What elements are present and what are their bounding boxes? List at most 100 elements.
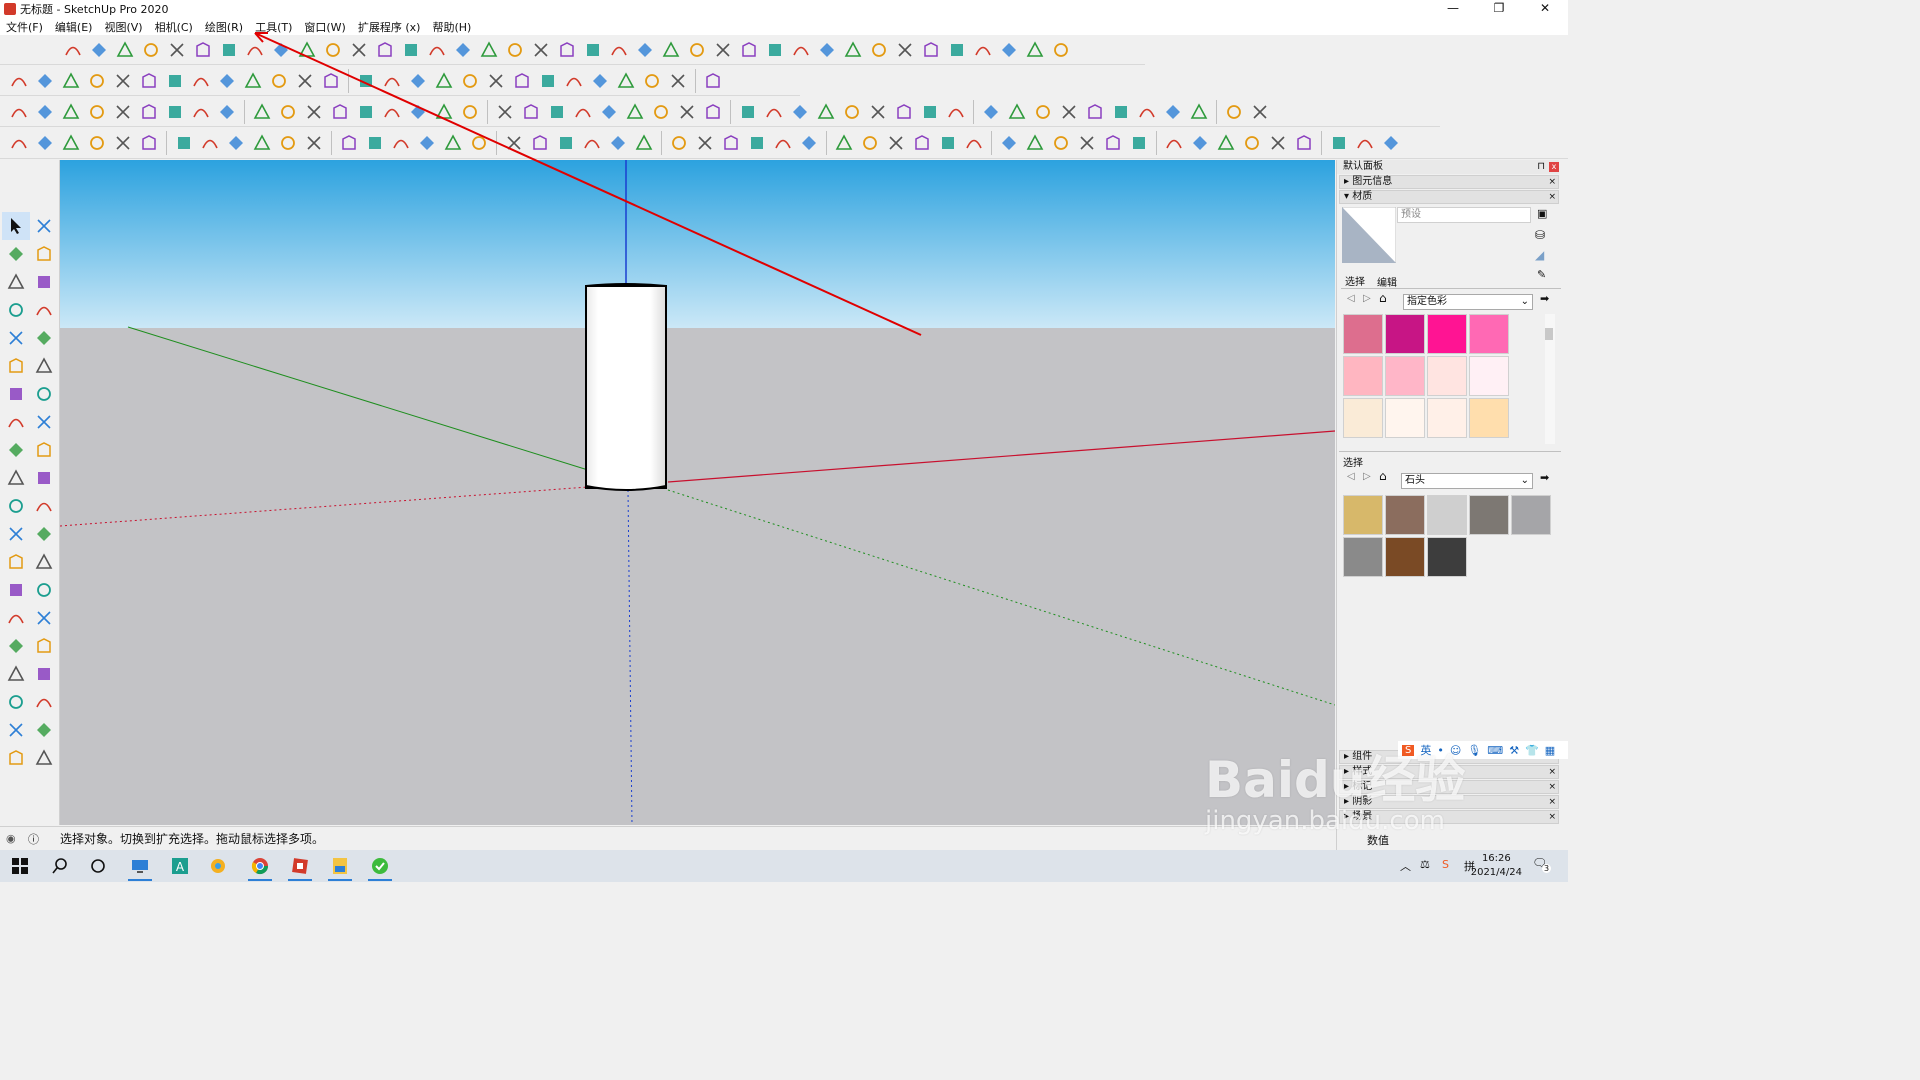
large-tool-icon[interactable] xyxy=(2,604,30,632)
materials-bar[interactable]: ▾ 材质 × xyxy=(1339,190,1559,204)
toolbar4-tool-icon[interactable] xyxy=(1161,130,1187,156)
toolbar2-tool-icon[interactable] xyxy=(162,68,188,94)
tray-app-icon[interactable]: ⚖ xyxy=(1420,858,1430,871)
large-tool-icon[interactable] xyxy=(30,436,58,464)
large-tool-icon[interactable] xyxy=(30,716,58,744)
toolbar4-tool-icon[interactable] xyxy=(414,130,440,156)
info-icon[interactable]: ⓘ xyxy=(28,831,39,847)
toolbar1-tool-icon[interactable] xyxy=(450,37,476,63)
toolbar4-tool-icon[interactable] xyxy=(301,130,327,156)
large-tool-icon[interactable] xyxy=(30,268,58,296)
toolbar4-tool-icon[interactable] xyxy=(501,130,527,156)
toolbar4-tool-icon[interactable] xyxy=(1265,130,1291,156)
toolbar2-tool-icon[interactable] xyxy=(110,68,136,94)
toolbar4-tool-icon[interactable] xyxy=(249,130,275,156)
toolbar1-tool-icon[interactable] xyxy=(476,37,502,63)
large-tool-icon[interactable] xyxy=(2,240,30,268)
toolbar2-tool-icon[interactable] xyxy=(32,68,58,94)
toolbar2-tool-icon[interactable] xyxy=(587,68,613,94)
toolbar4-tool-icon[interactable] xyxy=(692,130,718,156)
toolbar4-tool-icon[interactable] xyxy=(553,130,579,156)
toolbar3-tool-icon[interactable] xyxy=(1056,99,1082,125)
toolbar2-tool-icon[interactable] xyxy=(240,68,266,94)
large-tool-icon[interactable] xyxy=(30,492,58,520)
material-swatch[interactable] xyxy=(1469,398,1509,438)
tools-icon[interactable]: ⚒ xyxy=(1509,744,1519,757)
toolbar3-tool-icon[interactable] xyxy=(249,99,275,125)
large-tool-icon[interactable] xyxy=(2,352,30,380)
library-select-2[interactable]: 石头 ⌄ xyxy=(1401,473,1533,489)
material-swatch[interactable] xyxy=(1427,356,1467,396)
toolbar3-tool-icon[interactable] xyxy=(188,99,214,125)
toolbar1-tool-icon[interactable] xyxy=(164,37,190,63)
toolbar4-tool-icon[interactable] xyxy=(770,130,796,156)
toolbar4-tool-icon[interactable] xyxy=(1291,130,1317,156)
toolbar1-tool-icon[interactable] xyxy=(138,37,164,63)
toolbar4-tool-icon[interactable] xyxy=(223,130,249,156)
toolbar4-tool-icon[interactable] xyxy=(961,130,987,156)
material-swatch[interactable] xyxy=(1343,314,1383,354)
toolbar2-tool-icon[interactable] xyxy=(318,68,344,94)
toolbar3-tool-icon[interactable] xyxy=(58,99,84,125)
keyboard-icon[interactable]: ⌨ xyxy=(1487,744,1503,757)
toolbar3-tool-icon[interactable] xyxy=(6,99,32,125)
material-swatch[interactable] xyxy=(1385,314,1425,354)
tab-edit[interactable]: 编辑 xyxy=(1377,274,1397,289)
material-swatch[interactable] xyxy=(1343,495,1383,535)
toolbar3-tool-icon[interactable] xyxy=(943,99,969,125)
toolbar1-tool-icon[interactable] xyxy=(840,37,866,63)
toolbar1-tool-icon[interactable] xyxy=(736,37,762,63)
toolbar3-tool-icon[interactable] xyxy=(492,99,518,125)
toolbar2-tool-icon[interactable] xyxy=(405,68,431,94)
notification-center-icon[interactable]: 🗨 3 xyxy=(1532,856,1552,876)
toolbar2-tool-icon[interactable] xyxy=(136,68,162,94)
toolbar4-tool-icon[interactable] xyxy=(1187,130,1213,156)
large-tool-icon[interactable] xyxy=(2,408,30,436)
menu-view[interactable]: 视图(V) xyxy=(104,19,142,35)
large-tool-icon[interactable] xyxy=(2,436,30,464)
large-tool-icon[interactable] xyxy=(2,268,30,296)
menu-window[interactable]: 窗口(W) xyxy=(304,19,345,35)
toolbar4-tool-icon[interactable] xyxy=(579,130,605,156)
toolbar4-tool-icon[interactable] xyxy=(1326,130,1352,156)
toolbar4-tool-icon[interactable] xyxy=(84,130,110,156)
tray-close-icon[interactable]: x xyxy=(1549,162,1559,172)
toolbar2-tool-icon[interactable] xyxy=(639,68,665,94)
toolbar1-tool-icon[interactable] xyxy=(710,37,736,63)
toolbar1-tool-icon[interactable] xyxy=(996,37,1022,63)
toolbar4-tool-icon[interactable] xyxy=(362,130,388,156)
toolbar1-tool-icon[interactable] xyxy=(190,37,216,63)
large-tool-icon[interactable] xyxy=(30,632,58,660)
menu-extensions[interactable]: 扩展程序 (x) xyxy=(358,19,421,35)
toolbar1-tool-icon[interactable] xyxy=(424,37,450,63)
toolbar2-tool-icon[interactable] xyxy=(266,68,292,94)
display-icon[interactable]: ▣ xyxy=(1537,207,1547,220)
close-icon[interactable]: × xyxy=(1548,766,1556,778)
toolbar1-tool-icon[interactable] xyxy=(294,37,320,63)
material-swatch[interactable] xyxy=(1385,356,1425,396)
toolbar4-tool-icon[interactable] xyxy=(909,130,935,156)
toolbar3-tool-icon[interactable] xyxy=(891,99,917,125)
toolbar3-tool-icon[interactable] xyxy=(518,99,544,125)
material-swatch[interactable] xyxy=(1343,356,1383,396)
toolbar3-tool-icon[interactable] xyxy=(700,99,726,125)
toolbar1-tool-icon[interactable] xyxy=(1022,37,1048,63)
large-tool-icon[interactable] xyxy=(2,716,30,744)
toolbar4-tool-icon[interactable] xyxy=(935,130,961,156)
toolbar2-tool-icon[interactable] xyxy=(431,68,457,94)
toolbar3-tool-icon[interactable] xyxy=(1221,99,1247,125)
toolbar3-tool-icon[interactable] xyxy=(275,99,301,125)
menu-draw[interactable]: 绘图(R) xyxy=(205,19,243,35)
large-tool-icon[interactable] xyxy=(2,688,30,716)
toolbar1-tool-icon[interactable] xyxy=(502,37,528,63)
toolbar4-tool-icon[interactable] xyxy=(605,130,631,156)
toolbar1-tool-icon[interactable] xyxy=(658,37,684,63)
toolbar1-tool-icon[interactable] xyxy=(86,37,112,63)
toolbar1-tool-icon[interactable] xyxy=(398,37,424,63)
toolbar2-tool-icon[interactable] xyxy=(292,68,318,94)
toolbar2-tool-icon[interactable] xyxy=(58,68,84,94)
sogou-tray-icon[interactable]: S xyxy=(1442,858,1449,871)
toolbar2-tool-icon[interactable] xyxy=(665,68,691,94)
toolbar3-tool-icon[interactable] xyxy=(327,99,353,125)
large-tool-icon[interactable] xyxy=(30,520,58,548)
